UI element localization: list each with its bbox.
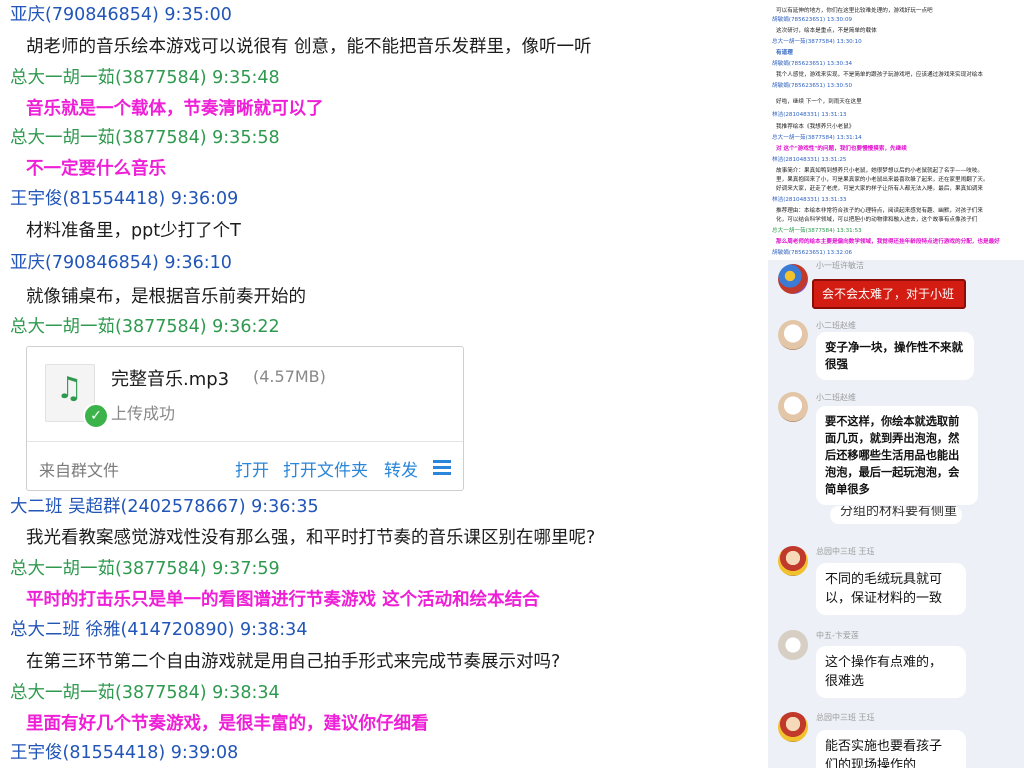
- thumb-line: 可以有延伸的地方，你们在这里比较难处理的，游戏好玩一点吧: [776, 8, 933, 14]
- thumb-sender: 总大一胡一茹(3877584) 13:30:10: [772, 39, 862, 45]
- message-text-highlight: 平时的打击乐只是单一的看图谱进行节奏游戏 这个活动和绘本结合: [26, 590, 540, 610]
- message-line: 变子净一块，操作性不来就: [825, 340, 963, 354]
- message-sender: 总大一胡一茹(3877584) 9:36:22: [10, 317, 280, 337]
- message-bubble: 能否实施也要看孩子 们的现场操作的: [816, 730, 966, 768]
- thumb-sender: 胡敏娟(785623651) 13:30:09: [772, 17, 853, 23]
- avatar: [778, 392, 808, 422]
- file-card-divider: [27, 441, 463, 442]
- thumb-line: 我推荐绘本《我想养只小老鼠》: [776, 124, 855, 130]
- message-sender: 亚庆(790846854) 9:36:10: [10, 253, 232, 273]
- thumb-sender: 林洁(281048331) 13:31:13: [772, 112, 847, 118]
- thumb-sender: 总大一胡一茹(3877584) 13:31:53: [772, 228, 862, 234]
- message-line: 这个操作有点难的，: [825, 655, 943, 670]
- thumb-line-highlight: 对 这个"游戏性"的问题，我们也要慢慢摸索，先继续: [776, 146, 907, 152]
- message-line: 们的现场操作的: [825, 758, 917, 768]
- menu-icon[interactable]: [433, 460, 451, 476]
- thumb-sender: 总大一胡一茹(3877584) 13:31:14: [772, 135, 862, 141]
- thumb-line: 我个人感觉，游戏来实现，不是简单的跟孩子玩游戏吧，应该通过游戏来实现对绘本: [776, 72, 983, 78]
- upload-status: 上传成功: [111, 404, 176, 423]
- message-bubble-red: 会不会太难了，对于小班: [812, 279, 966, 309]
- thumb-line: 化，可以结合科学领域，可以把胆小的动物律和融入进去，这个故事有点像孩子们: [776, 217, 978, 223]
- open-file-link[interactable]: 打开: [235, 456, 269, 481]
- message-bubble: 要不这样，你绘本就选取前 面几页，就到弄出泡泡，然 后还移哪些生活用品也能出 泡…: [816, 406, 978, 505]
- message-line: 以，保证材料的一致: [825, 591, 943, 606]
- message-line: 后还移哪些生活用品也能出: [825, 449, 960, 462]
- sender-name: 总园中三班 王珏: [816, 547, 875, 556]
- message-text: 材料准备里，ppt少打了个T: [26, 221, 241, 241]
- avatar: [778, 630, 808, 660]
- file-size: (4.57MB): [253, 367, 326, 386]
- message-sender: 总大一胡一茹(3877584) 9:35:58: [10, 128, 280, 148]
- thumb-line: 里，果真抱回来了小，可是果真家的小老鼠出来最喜欢躲了起来，还在家里闹翻了天。: [776, 177, 989, 183]
- sender-name: 总园中三班 王珏: [816, 713, 875, 722]
- avatar: [778, 546, 808, 576]
- message-text: 分组的材料要有侧重: [840, 506, 958, 519]
- message-bubble-partial: 分组的材料要有侧重: [830, 506, 962, 524]
- thumb-sender: 胡敏娟(785623651) 13:30:34: [772, 61, 853, 67]
- thumb-line: 好调来大家，赶走了老虎，可是大家的样子让所有人都无法入睡。最后，果真如调来: [776, 186, 983, 192]
- file-source: 来自群文件: [39, 461, 120, 480]
- message-bubble: 不同的毛绒玩具就可 以，保证材料的一致: [816, 563, 966, 615]
- thumb-line: 推荐理由：本绘本非常符合孩子的心理特点，阅读起来感觉有趣、幽默，对孩子们来: [776, 208, 983, 214]
- message-line: 面几页，就到弄出泡泡，然: [825, 432, 960, 445]
- avatar: [778, 320, 808, 350]
- file-name: 完整音乐.mp3: [111, 369, 230, 390]
- message-text-highlight: 不一定要什么音乐: [26, 159, 166, 179]
- message-line: 简单很多: [825, 483, 870, 496]
- message-text-highlight: 音乐就是一个载体，节奏清晰就可以了: [26, 99, 324, 119]
- mobile-chat-panel: 小一班许敏洁 会不会太难了，对于小班 小二班赵维 变子净一块，操作性不来就 很强…: [768, 260, 1024, 768]
- message-sender: 王宇俊(81554418) 9:36:09: [10, 189, 239, 209]
- message-sender: 总大一胡一茹(3877584) 9:35:48: [10, 68, 280, 88]
- message-bubble: 这个操作有点难的， 很难选: [816, 646, 966, 698]
- message-text: 我光看教案感觉游戏性没有那么强，和平时打节奏的音乐课区别在哪里呢?: [26, 528, 596, 548]
- message-line: 不同的毛绒玩具就可: [825, 572, 943, 587]
- sender-name: 小二班赵维: [816, 321, 856, 330]
- thumb-line: 故事简介：果真如鸭到想养只小老鼠，她很梦想以后的小老鼠就起了名字——吱吱。: [776, 168, 983, 174]
- message-text: 就像铺桌布，是根据音乐前奏开始的: [26, 287, 306, 307]
- sender-name: 小一班许敏洁: [816, 261, 864, 270]
- desktop-chat-thumbnail: 可以有延伸的地方，你们在这里比较难处理的，游戏好玩一点吧 胡敏娟(7856236…: [768, 0, 1024, 260]
- message-sender: 总大一胡一茹(3877584) 9:38:34: [10, 683, 280, 703]
- thumb-line: 好啦，继续 下一个，到雨天在这里: [776, 99, 862, 105]
- forward-link[interactable]: 转发: [384, 456, 418, 481]
- thumb-line: 这次研讨，绘本是重点，不是简单的载体: [776, 28, 877, 34]
- message-line: 泡泡，最后一起玩泡泡，会: [825, 466, 960, 479]
- success-check-icon: ✓: [83, 403, 109, 429]
- message-bubble: 变子净一块，操作性不来就 很强: [816, 332, 974, 380]
- open-folder-link[interactable]: 打开文件夹: [283, 456, 368, 481]
- file-card[interactable]: ♫ ✓ 完整音乐.mp3 (4.57MB) 上传成功 来自群文件 打开 打开文件…: [26, 346, 464, 491]
- avatar: [778, 712, 808, 742]
- message-text: 在第三环节第二个自由游戏就是用自己拍手形式来完成节奏展示对吗?: [26, 652, 561, 672]
- message-sender: 总大一胡一茹(3877584) 9:37:59: [10, 559, 280, 579]
- sender-name: 中五-卞爱莲: [816, 631, 859, 640]
- message-sender: 亚庆(790846854) 9:35:00: [10, 5, 232, 25]
- message-sender: 大二班 吴超群(2402578667) 9:36:35: [10, 497, 319, 517]
- thumb-sender: 林洁(281048331) 13:31:33: [772, 197, 847, 203]
- message-line: 要不这样，你绘本就选取前: [825, 415, 960, 428]
- message-text: 胡老师的音乐绘本游戏可以说很有 创意，能不能把音乐发群里，像听一听: [26, 37, 592, 57]
- message-line: 能否实施也要看孩子: [825, 739, 943, 754]
- desktop-chat-panel: 亚庆(790846854) 9:35:00 胡老师的音乐绘本游戏可以说很有 创意…: [0, 0, 768, 768]
- sender-name: 小二班赵维: [816, 393, 856, 402]
- message-text-highlight: 里面有好几个节奏游戏，是很丰富的，建议你仔细看: [26, 714, 429, 734]
- thumb-line: 有道理: [776, 50, 793, 56]
- message-sender: 总大二班 徐雅(414720890) 9:38:34: [10, 620, 308, 640]
- message-text: 会不会太难了，对于小班: [822, 287, 955, 301]
- thumb-sender: 林洁(281048331) 13:31:25: [772, 157, 847, 163]
- message-line: 很强: [825, 357, 848, 371]
- message-line: 很难选: [825, 674, 865, 689]
- thumb-line-highlight: 那么周老师的绘本主要是偏向数学领域，我觉得还挂年龄段特点进行游戏的分配，也是最好: [776, 239, 1000, 245]
- thumb-sender: 胡敏娟(785623651) 13:30:50: [772, 83, 853, 89]
- thumb-sender: 胡敏娟(785623651) 13:32:06: [772, 250, 853, 256]
- avatar: [778, 264, 808, 294]
- message-sender: 王宇俊(81554418) 9:39:08: [10, 743, 239, 763]
